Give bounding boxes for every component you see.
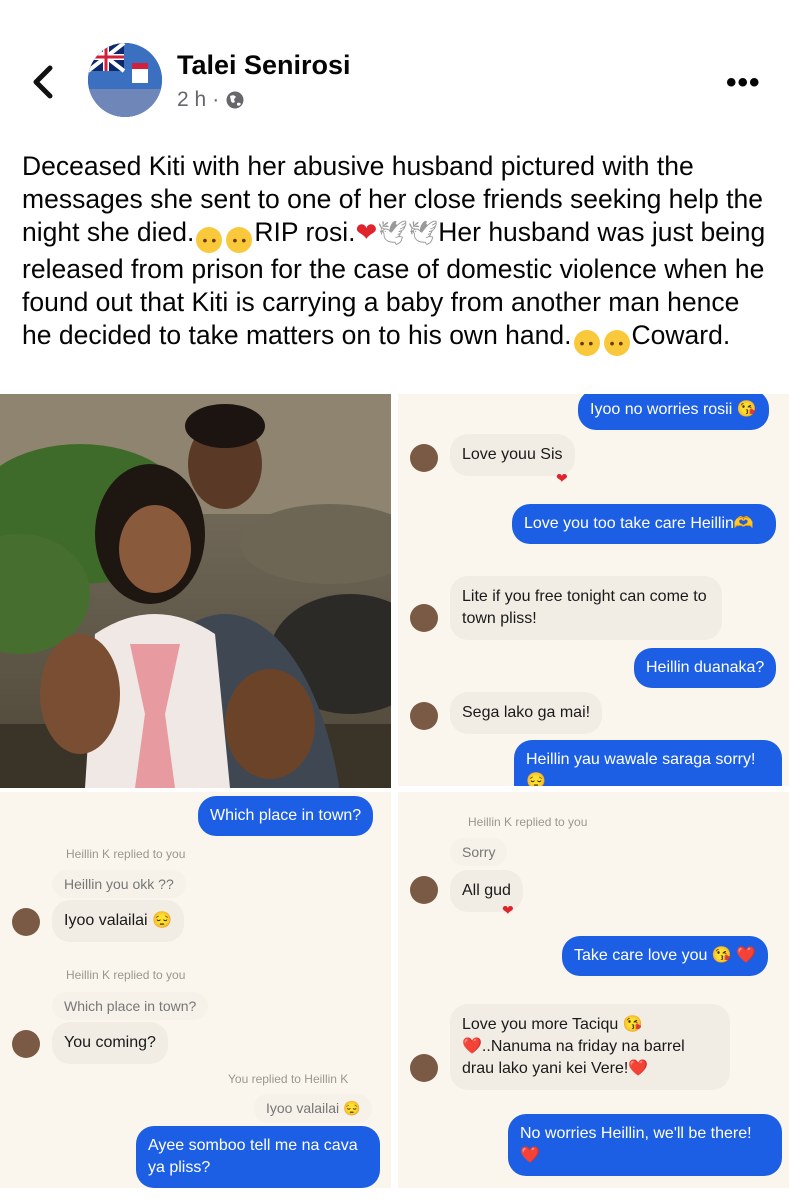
- globe-icon: [226, 91, 244, 109]
- message-incoming: Sega lako ga mai!: [450, 692, 603, 734]
- message-outgoing: Ayee somboo tell me na cava ya pliss?: [136, 1126, 380, 1188]
- author-avatar[interactable]: [88, 43, 162, 117]
- pleading-face-icon: • •: [573, 330, 600, 356]
- more-icon: •••: [726, 66, 761, 99]
- contact-avatar: [410, 444, 438, 472]
- chat-screenshot-1: Iyoo no worries rosii 😘 Love youu Sis ❤ …: [398, 394, 789, 786]
- quoted-message: Sorry: [450, 838, 508, 866]
- quoted-message: Iyoo valailai 😔: [254, 1094, 373, 1123]
- message-outgoing: Love you too take care Heillin🫶: [512, 504, 776, 544]
- red-heart-icon: ❤: [355, 217, 378, 247]
- post-header: Talei Senirosi 2 h · •••: [0, 0, 789, 135]
- message-outgoing: Heillin yau wawale saraga sorry! 😔: [514, 740, 782, 786]
- message-incoming: You coming?: [52, 1022, 168, 1064]
- photo-image: [0, 394, 391, 788]
- contact-avatar: [12, 1030, 40, 1058]
- message-outgoing: Take care love you 😘 ❤️: [562, 936, 769, 976]
- contact-avatar: [410, 604, 438, 632]
- reply-label: You replied to Heillin K: [228, 1072, 349, 1086]
- more-options-button[interactable]: •••: [726, 66, 761, 100]
- chat-screenshot-3: Heillin K replied to you Sorry All gud ❤…: [398, 792, 789, 1188]
- message-incoming: Lite if you free tonight can come to tow…: [450, 576, 722, 640]
- quoted-message: Which place in town?: [52, 992, 209, 1020]
- pleading-face-icon: • •: [226, 227, 253, 253]
- message-incoming: Iyoo valailai 😔: [52, 900, 184, 942]
- heart-reaction-icon: ❤: [502, 902, 514, 918]
- chat-screenshot-2: Which place in town? Heillin K replied t…: [0, 792, 391, 1188]
- meta-separator: ·: [212, 88, 220, 111]
- pleading-face-icon: • •: [603, 330, 630, 356]
- reply-label: Heillin K replied to you: [66, 968, 186, 982]
- contact-avatar: [410, 702, 438, 730]
- post-time[interactable]: 2 h: [177, 88, 206, 112]
- back-button[interactable]: [30, 62, 58, 102]
- message-outgoing: No worries Heillin, we'll be there! ❤️: [508, 1114, 782, 1176]
- contact-avatar: [410, 1054, 438, 1082]
- caption-text-4: Coward.: [631, 320, 731, 350]
- dove-icon: 🕊: [377, 220, 408, 247]
- heart-reaction-icon: ❤: [556, 470, 568, 486]
- caption-text-2: RIP rosi.: [254, 217, 356, 247]
- couple-photo[interactable]: [0, 394, 391, 788]
- flag-icon: [88, 43, 162, 117]
- contact-avatar: [410, 876, 438, 904]
- reply-label: Heillin K replied to you: [66, 847, 186, 861]
- dove-icon: 🕊: [407, 220, 439, 247]
- post-caption: Deceased Kiti with her abusive husband p…: [22, 150, 772, 356]
- pleading-face-icon: • •: [196, 227, 223, 253]
- message-outgoing: Which place in town?: [198, 796, 374, 836]
- quoted-message: Heillin you okk ??: [52, 870, 186, 898]
- message-incoming: Love you more Taciqu 😘 ❤️..Nanuma na fri…: [450, 1004, 730, 1090]
- author-name[interactable]: Talei Senirosi: [177, 50, 351, 81]
- chevron-left-icon: [33, 65, 53, 99]
- message-outgoing: Iyoo no worries rosii 😘: [578, 394, 769, 430]
- post-meta: 2 h ·: [177, 88, 245, 112]
- reply-label: Heillin K replied to you: [468, 815, 588, 829]
- message-outgoing: Heillin duanaka?: [634, 648, 777, 688]
- contact-avatar: [12, 908, 40, 936]
